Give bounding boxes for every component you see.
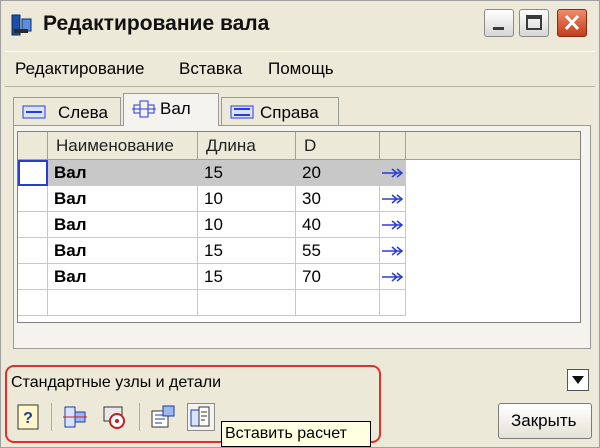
table-row-d[interactable]: 20 xyxy=(296,160,380,186)
double-arrow-right-icon xyxy=(382,168,404,178)
title-bar[interactable]: Редактирование вала xyxy=(1,1,599,47)
shaft-editor-window: Редактирование вала Редактирование Встав… xyxy=(0,0,600,448)
row-indicator[interactable] xyxy=(18,160,48,186)
tab-right-label: Справа xyxy=(260,103,319,122)
header-filler xyxy=(406,132,580,160)
maximize-icon xyxy=(526,15,542,30)
row-indicator[interactable] xyxy=(18,264,48,290)
window-title: Редактирование вала xyxy=(43,12,270,35)
close-icon xyxy=(564,14,580,31)
row-indicator[interactable] xyxy=(18,186,48,212)
column-header-length[interactable]: Длина xyxy=(198,132,296,160)
row-action[interactable] xyxy=(380,264,406,290)
table-row-length[interactable]: 10 xyxy=(198,186,296,212)
tab-left-label: Слева xyxy=(58,103,108,122)
close-window-button[interactable] xyxy=(557,9,587,37)
triangle-down-icon xyxy=(572,376,584,384)
table-row-empty[interactable] xyxy=(296,290,380,316)
calculation-icon xyxy=(190,406,210,427)
shaft-icon xyxy=(132,100,156,118)
help-tool-button[interactable]: ? xyxy=(15,403,43,431)
left-part-icon xyxy=(22,105,46,119)
table-row-empty[interactable] xyxy=(380,290,406,316)
toolbar-separator xyxy=(139,403,140,431)
row-action[interactable] xyxy=(380,186,406,212)
column-header-name[interactable]: Наименование xyxy=(48,132,198,160)
row-indicator[interactable] xyxy=(18,212,48,238)
bearing-tool-button[interactable] xyxy=(101,403,129,431)
table-row-empty[interactable] xyxy=(198,290,296,316)
help-icon: ? xyxy=(17,404,39,430)
app-icon xyxy=(11,14,32,36)
properties-tool-button[interactable] xyxy=(149,403,177,431)
table-row-length[interactable]: 15 xyxy=(198,238,296,264)
double-arrow-right-icon xyxy=(382,194,404,204)
double-arrow-right-icon xyxy=(382,220,404,230)
bearing-icon xyxy=(103,406,125,429)
table-row-name[interactable]: Вал xyxy=(48,160,198,186)
table-row-name[interactable]: Вал xyxy=(48,264,198,290)
double-arrow-right-icon xyxy=(382,246,404,256)
maximize-button[interactable] xyxy=(519,9,549,37)
row-action[interactable] xyxy=(380,160,406,186)
insert-calculation-button[interactable] xyxy=(187,403,215,431)
minimize-icon xyxy=(493,27,504,30)
tooltip: Вставить расчет xyxy=(221,421,371,447)
shaft-segments-table[interactable]: Наименование Длина D Вал 15 20 Вал 10 30… xyxy=(17,131,581,323)
column-header-d[interactable]: D xyxy=(296,132,380,160)
standard-parts-label: Стандартные узлы и детали xyxy=(11,374,222,391)
table-row-name[interactable]: Вал xyxy=(48,186,198,212)
table-row-name[interactable]: Вал xyxy=(48,212,198,238)
toolbar-separator xyxy=(51,403,52,431)
right-part-icon xyxy=(230,105,254,119)
minimize-button[interactable] xyxy=(484,9,514,37)
part-insert-icon xyxy=(63,406,87,428)
column-header-extra xyxy=(380,132,406,160)
tab-right[interactable]: Справа xyxy=(221,97,339,125)
row-indicator[interactable] xyxy=(18,238,48,264)
menu-edit[interactable]: Редактирование xyxy=(15,59,145,79)
tab-shaft-label: Вал xyxy=(160,99,191,118)
properties-icon xyxy=(151,405,175,428)
tab-shaft[interactable]: Вал xyxy=(123,93,219,126)
table-row-length[interactable]: 10 xyxy=(198,212,296,238)
row-indicator[interactable] xyxy=(18,290,48,316)
menu-help[interactable]: Помощь xyxy=(268,59,334,79)
table-row-d[interactable]: 30 xyxy=(296,186,380,212)
row-header-corner xyxy=(18,132,48,160)
table-row-empty[interactable] xyxy=(48,290,198,316)
double-arrow-right-icon xyxy=(382,272,404,282)
row-action[interactable] xyxy=(380,212,406,238)
panel-dropdown-button[interactable] xyxy=(567,369,589,391)
table-row-d[interactable]: 40 xyxy=(296,212,380,238)
table-row-name[interactable]: Вал xyxy=(48,238,198,264)
part-insert-tool-button[interactable] xyxy=(61,403,89,431)
svg-text:?: ? xyxy=(23,410,33,427)
menu-bar: Редактирование Вставка Помощь xyxy=(5,51,595,87)
table-row-d[interactable]: 70 xyxy=(296,264,380,290)
table-row-d[interactable]: 55 xyxy=(296,238,380,264)
table-row-length[interactable]: 15 xyxy=(198,160,296,186)
row-action[interactable] xyxy=(380,238,406,264)
table-row-length[interactable]: 15 xyxy=(198,264,296,290)
tab-left[interactable]: Слева xyxy=(13,97,121,125)
close-button[interactable]: Закрыть xyxy=(498,403,592,439)
menu-insert[interactable]: Вставка xyxy=(179,59,242,79)
